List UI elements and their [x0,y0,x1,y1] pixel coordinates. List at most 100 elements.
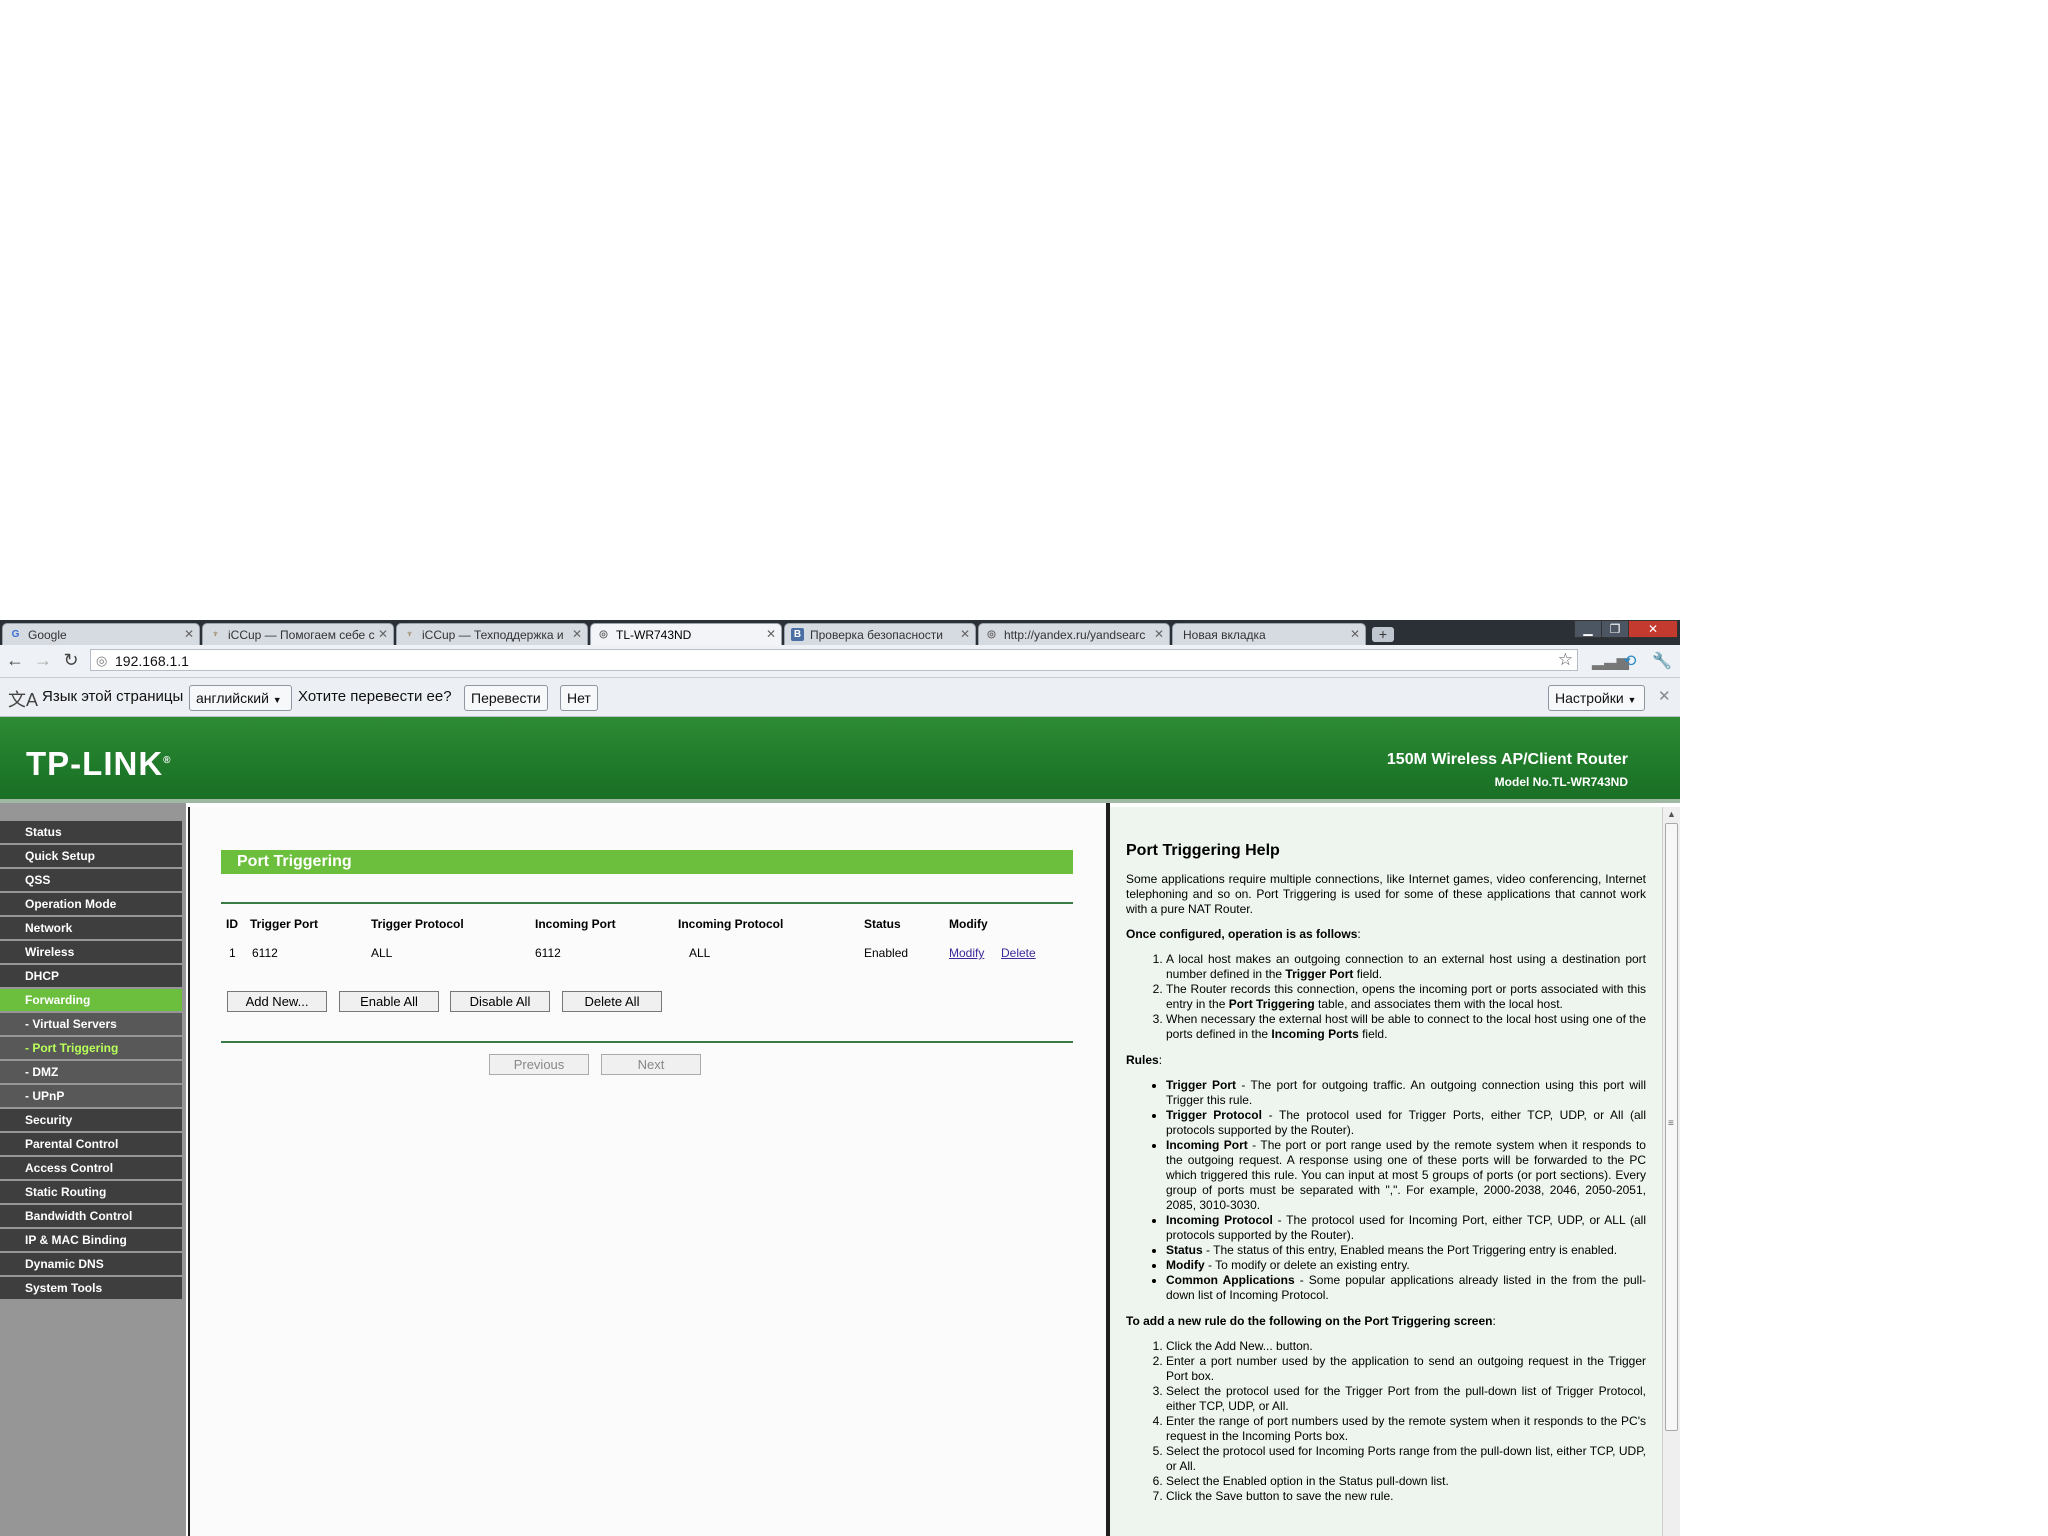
disable-all-button[interactable]: Disable All [450,991,550,1012]
close-icon[interactable]: ✕ [960,627,970,641]
globe-icon: ◎ [987,629,996,640]
back-button[interactable]: ← [4,649,26,671]
delete-link[interactable]: Delete [1001,946,1036,960]
scroll-up-arrow-icon[interactable]: ▲ [1667,809,1676,819]
tab-iccup-1[interactable]: ♆ iCCup — Помогаем себе с ✕ [202,623,394,645]
delete-all-button[interactable]: Delete All [562,991,662,1012]
bookmark-star-icon[interactable]: ☆ [1558,650,1573,670]
chevron-down-icon: ▼ [272,695,282,705]
tab-label: iCCup — Техподдержка и [422,628,564,642]
close-icon[interactable]: ✕ [1658,687,1671,705]
column-header-status: Status [864,917,901,931]
modify-link[interactable]: Modify [949,946,984,960]
new-tab-button[interactable]: + [1372,627,1394,642]
google-icon: G [11,629,20,640]
tab-iccup-2[interactable]: ♆ iCCup — Техподдержка и ✕ [396,623,588,645]
sidebar-item-ip-mac-binding[interactable]: IP & MAC Binding [0,1229,182,1251]
divider [221,902,1073,904]
sidebar-item-dynamic-dns[interactable]: Dynamic DNS [0,1253,182,1275]
extension-icon[interactable]: ⟲ [1623,651,1636,671]
url-text: 192.168.1.1 [115,653,189,669]
next-button[interactable]: Next [601,1054,701,1075]
sidebar-item-network[interactable]: Network [0,917,182,939]
tab-tl-wr743nd[interactable]: ◎ TL-WR743ND ✕ [590,623,782,645]
reload-button[interactable]: ↻ [60,649,82,671]
tab-label: iCCup — Помогаем себе с [228,628,375,642]
rules-list: Trigger Port - The port for outgoing tra… [1126,1078,1646,1303]
no-translate-button[interactable]: Нет [560,685,598,711]
translate-settings-button[interactable]: Настройки ▼ [1548,685,1645,711]
vk-icon: B [791,628,804,641]
close-icon[interactable]: ✕ [1350,627,1360,641]
sidebar-item-security[interactable]: Security [0,1109,182,1131]
sidebar-item-operation-mode[interactable]: Operation Mode [0,893,182,915]
sidebar-item-status[interactable]: Status [0,821,182,843]
globe-icon: ◎ [599,629,608,640]
sidebar-item-parental-control[interactable]: Parental Control [0,1133,182,1155]
close-icon[interactable]: ✕ [572,627,582,641]
sidebar-item-dhcp[interactable]: DHCP [0,965,182,987]
list-item: Trigger Protocol - The protocol used for… [1166,1108,1646,1138]
column-header-modify: Modify [949,917,988,931]
sidebar-item-access-control[interactable]: Access Control [0,1157,182,1179]
tab-label: http://yandex.ru/yandsearc [1004,628,1146,642]
page-info-icon[interactable]: ◎ [96,653,107,669]
product-name: 150M Wireless AP/Client Router [1386,751,1628,768]
list-item: Enter a port number used by the applicat… [1166,1354,1646,1384]
previous-button[interactable]: Previous [489,1054,589,1075]
close-icon[interactable]: ✕ [766,627,776,641]
list-item: Click the Add New... button. [1166,1339,1646,1354]
help-panel: Port Triggering Help Some applications r… [1110,807,1662,1536]
tab-google[interactable]: G Google ✕ [2,623,200,645]
sidebar-item-bandwidth-control[interactable]: Bandwidth Control [0,1205,182,1227]
maximize-button[interactable]: ❐ [1601,620,1629,638]
list-item: Status - The status of this entry, Enabl… [1166,1243,1646,1258]
column-header-trigger-protocol: Trigger Protocol [371,917,464,931]
tab-new-tab[interactable]: Новая вкладка ✕ [1172,623,1366,645]
row-incoming-protocol: ALL [689,946,711,960]
translate-icon: 文A [8,690,39,710]
tab-yandex[interactable]: ◎ http://yandex.ru/yandsearc ✕ [978,623,1170,645]
wrench-icon[interactable]: 🔧 [1652,651,1672,671]
translate-prompt: Язык этой страницы [42,688,184,705]
forward-button[interactable]: → [32,649,54,671]
help-intro: Some applications require multiple conne… [1126,872,1646,916]
tab-security-check[interactable]: B Проверка безопасности ✕ [784,623,976,645]
sidebar-item-virtual-servers[interactable]: - Virtual Servers [0,1013,182,1035]
sidebar-item-qss[interactable]: QSS [0,869,182,891]
iccup-icon: ♆ [405,629,414,640]
help-rules-label: Rules: [1126,1053,1163,1067]
sidebar-item-forwarding[interactable]: Forwarding [0,989,182,1011]
sidebar-item-dmz[interactable]: - DMZ [0,1061,182,1083]
help-scrollbar[interactable]: ▲ ≡ [1662,807,1680,1536]
column-header-incoming-protocol: Incoming Protocol [678,917,784,931]
minimize-button[interactable]: ▁ [1574,620,1602,638]
tp-link-logo: TP-LINK® [26,745,172,782]
add-new-button[interactable]: Add New... [227,991,327,1012]
translate-question: Хотите перевести ее? [298,688,452,705]
close-window-button[interactable]: ✕ [1628,620,1678,638]
iccup-icon: ♆ [211,629,220,640]
tab-label: Google [28,628,67,642]
sidebar-item-static-routing[interactable]: Static Routing [0,1181,182,1203]
scrollbar-thumb[interactable]: ≡ [1665,823,1678,1431]
list-item: Click the Save button to save the new ru… [1166,1489,1646,1504]
close-icon[interactable]: ✕ [378,627,388,641]
row-status: Enabled [864,946,909,960]
column-header-incoming-port: Incoming Port [535,917,616,931]
translate-button[interactable]: Перевести [464,685,548,711]
close-icon[interactable]: ✕ [184,627,194,641]
close-icon[interactable]: ✕ [1154,627,1164,641]
sidebar-item-port-triggering[interactable]: - Port Triggering [0,1037,182,1059]
address-bar[interactable]: ◎ 192.168.1.1 ☆ [90,649,1578,671]
sidebar-item-quick-setup[interactable]: Quick Setup [0,845,182,867]
sidebar: Status Quick Setup QSS Operation Mode Networ… [0,803,186,1536]
sidebar-item-system-tools[interactable]: System Tools [0,1277,182,1299]
list-item: Enter the range of port numbers used by … [1166,1414,1646,1444]
sidebar-item-upnp[interactable]: - UPnP [0,1085,182,1107]
sidebar-item-wireless[interactable]: Wireless [0,941,182,963]
language-select[interactable]: английский ▼ [189,685,292,711]
list-item: Common Applications - Some popular appli… [1166,1273,1646,1303]
row-id: 1 [229,946,236,960]
enable-all-button[interactable]: Enable All [339,991,439,1012]
